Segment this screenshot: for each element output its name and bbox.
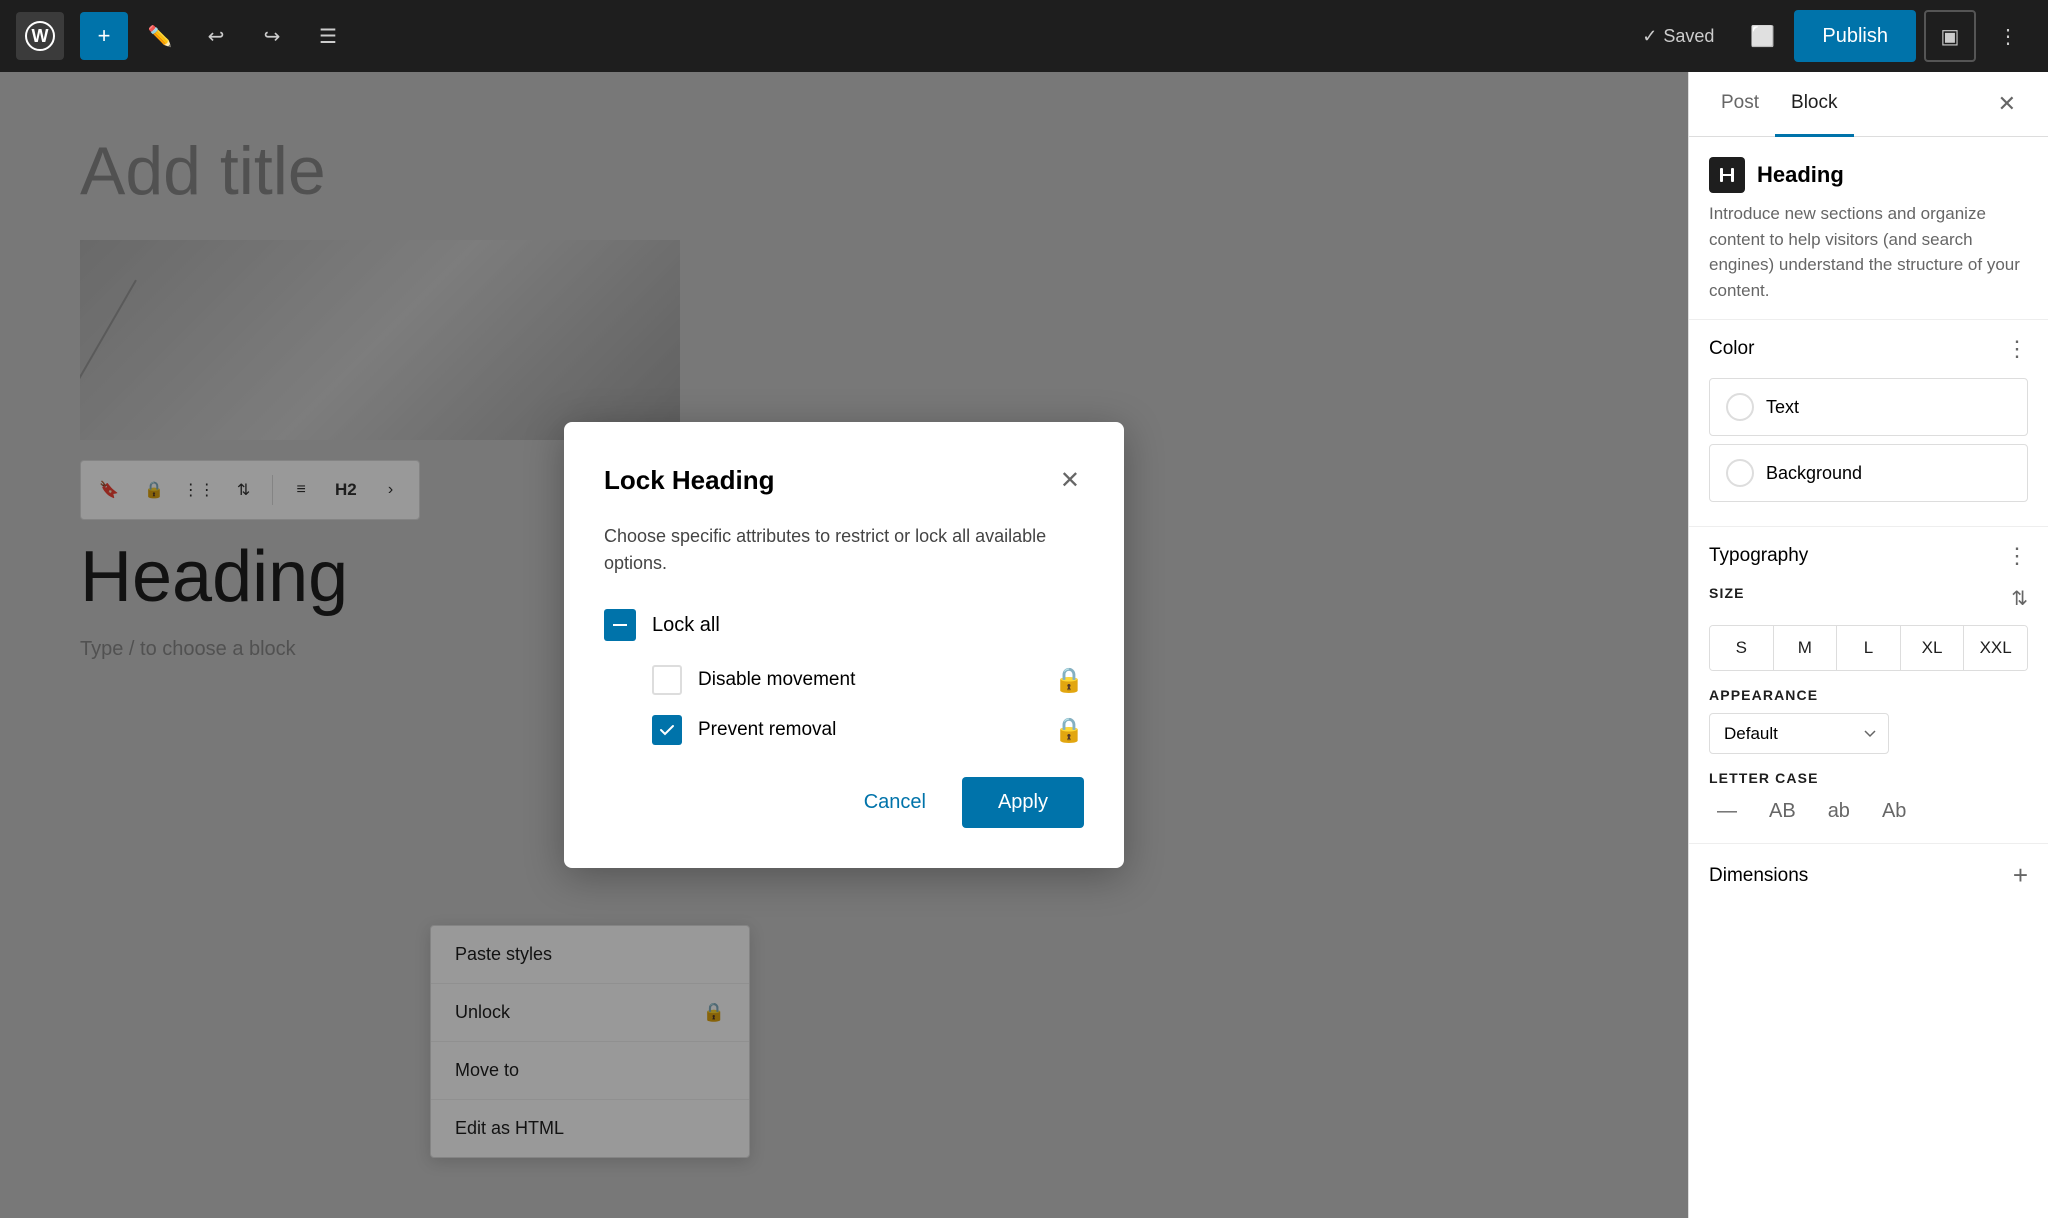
- color-section-title: Color: [1709, 338, 1754, 360]
- letter-case-capitalize-button[interactable]: Ab: [1874, 796, 1914, 827]
- add-block-button[interactable]: +: [80, 12, 128, 60]
- pencil-icon: ✏️: [148, 24, 173, 49]
- color-more-button[interactable]: ⋮: [2006, 336, 2028, 362]
- text-color-circle: [1726, 393, 1754, 421]
- lock-all-option: Lock all: [604, 609, 1084, 641]
- size-controls-row: SIZE ⇅: [1709, 585, 2028, 611]
- view-button[interactable]: ⬜: [1738, 12, 1786, 60]
- heading-icon-svg: [1717, 165, 1737, 185]
- background-color-circle: [1726, 459, 1754, 487]
- text-color-label: Text: [1766, 397, 1799, 418]
- size-buttons: S M L XL XXL: [1709, 625, 2028, 671]
- modal-overlay: Lock Heading ✕ Choose specific attribute…: [0, 72, 1688, 1218]
- block-header: Heading: [1689, 137, 2048, 201]
- saved-status: ✓ Saved: [1642, 26, 1714, 47]
- modal-description: Choose specific attributes to restrict o…: [604, 523, 1084, 577]
- heading-block-icon: [1709, 157, 1745, 193]
- size-s-button[interactable]: S: [1710, 626, 1774, 670]
- sidebar: Post Block ✕ Heading Introduce new secti…: [1688, 72, 2048, 1218]
- typography-section: Typography ⋮ SIZE ⇅ S M L XL XXL APPEARA…: [1689, 527, 2048, 844]
- size-l-button[interactable]: L: [1837, 626, 1901, 670]
- prevent-removal-checkbox[interactable]: [652, 715, 682, 745]
- letter-case-label: LETTER CASE: [1709, 770, 2028, 786]
- dimensions-title: Dimensions: [1709, 865, 1808, 887]
- sidebar-tabs: Post Block ✕: [1689, 72, 2048, 137]
- modal-header: Lock Heading ✕: [604, 462, 1084, 499]
- svg-text:W: W: [32, 26, 49, 46]
- appearance-label: APPEARANCE: [1709, 687, 2028, 703]
- tab-block[interactable]: Block: [1775, 72, 1853, 137]
- typography-more-button[interactable]: ⋮: [2006, 543, 2028, 569]
- lock-sub-options: Disable movement 🔒 Prevent removal 🔒: [652, 665, 1084, 745]
- minus-icon: [610, 615, 630, 635]
- view-icon: ⬜: [1750, 24, 1775, 49]
- plus-icon: +: [98, 23, 111, 49]
- block-name: Heading: [1757, 162, 1844, 188]
- size-m-button[interactable]: M: [1774, 626, 1838, 670]
- color-section: Color ⋮ Text Background: [1689, 320, 2048, 527]
- sidebar-close-button[interactable]: ✕: [1982, 72, 2032, 136]
- undo-button[interactable]: ↩: [192, 12, 240, 60]
- letter-case-lowercase-button[interactable]: ab: [1820, 796, 1858, 827]
- modal-title: Lock Heading: [604, 465, 774, 496]
- letter-case-uppercase-button[interactable]: AB: [1761, 796, 1804, 827]
- tab-post[interactable]: Post: [1705, 72, 1775, 137]
- typography-title: Typography: [1709, 545, 1808, 567]
- letter-case-row: — AB ab Ab: [1709, 796, 2028, 827]
- list-icon: ☰: [319, 24, 337, 49]
- cancel-button[interactable]: Cancel: [844, 777, 946, 828]
- more-options-button[interactable]: ⋮: [1984, 12, 2032, 60]
- prevent-removal-lock-icon: 🔒: [1054, 716, 1084, 745]
- check-icon: ✓: [1642, 26, 1657, 47]
- prevent-removal-option: Prevent removal 🔒: [652, 715, 1084, 745]
- ellipsis-icon: ⋮: [1998, 24, 2018, 49]
- dimensions-add-button[interactable]: +: [2013, 860, 2028, 891]
- wp-logo: W: [16, 12, 64, 60]
- sidebar-toggle-button[interactable]: ▣: [1924, 10, 1976, 62]
- background-color-label: Background: [1766, 463, 1862, 484]
- size-xl-button[interactable]: XL: [1901, 626, 1965, 670]
- topbar: W + ✏️ ↩ ↪ ☰ ✓ Saved ⬜ Publish ▣ ⋮: [0, 0, 2048, 72]
- editor-area: Add title 🔖 🔒 ⋮⋮ ⇅ ≡ H2 ›: [0, 72, 1688, 1218]
- undo-icon: ↩: [208, 24, 225, 49]
- publish-button[interactable]: Publish: [1794, 10, 1916, 62]
- dimensions-section: Dimensions +: [1689, 844, 2048, 907]
- modal-actions: Cancel Apply: [604, 777, 1084, 828]
- modal-close-button[interactable]: ✕: [1056, 462, 1084, 499]
- redo-button[interactable]: ↪: [248, 12, 296, 60]
- size-filter-button[interactable]: ⇅: [2011, 586, 2028, 611]
- disable-movement-option: Disable movement 🔒: [652, 665, 1084, 695]
- checkmark-icon: [658, 721, 676, 739]
- lock-heading-modal: Lock Heading ✕ Choose specific attribute…: [564, 422, 1124, 868]
- disable-movement-lock-icon: 🔒: [1054, 666, 1084, 695]
- prevent-removal-label: Prevent removal: [698, 719, 1038, 741]
- block-description: Introduce new sections and organize cont…: [1689, 201, 2048, 320]
- typography-header: Typography ⋮: [1709, 543, 2028, 569]
- lock-all-label: Lock all: [652, 614, 720, 637]
- color-section-header: Color ⋮: [1709, 336, 2028, 362]
- list-view-button[interactable]: ☰: [304, 12, 352, 60]
- edit-mode-button[interactable]: ✏️: [136, 12, 184, 60]
- redo-icon: ↪: [264, 24, 281, 49]
- lock-all-checkbox[interactable]: [604, 609, 636, 641]
- disable-movement-checkbox[interactable]: [652, 665, 682, 695]
- disable-movement-label: Disable movement: [698, 669, 1038, 691]
- appearance-select[interactable]: Default: [1709, 713, 1889, 754]
- size-label: SIZE: [1709, 585, 1745, 601]
- apply-button[interactable]: Apply: [962, 777, 1084, 828]
- background-color-row[interactable]: Background: [1709, 444, 2028, 502]
- letter-case-none-button[interactable]: —: [1709, 796, 1745, 827]
- text-color-row[interactable]: Text: [1709, 378, 2028, 436]
- size-xxl-button[interactable]: XXL: [1964, 626, 2027, 670]
- sidebar-icon: ▣: [1941, 24, 1960, 49]
